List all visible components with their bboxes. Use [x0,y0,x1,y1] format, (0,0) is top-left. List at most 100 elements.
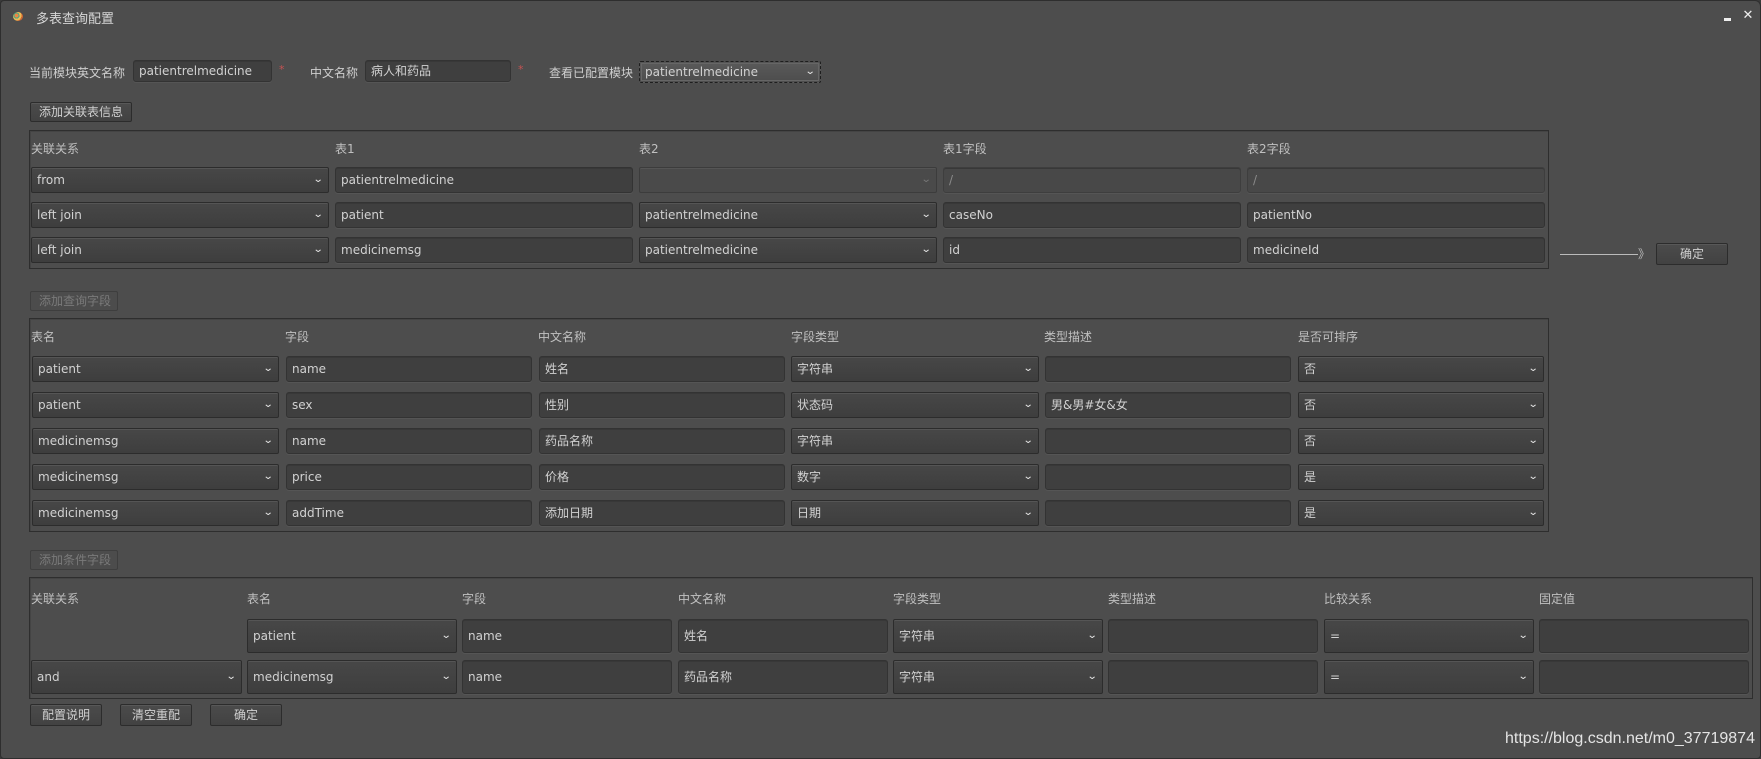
query-table-select[interactable]: medicinemsg ⌄ [32,428,279,454]
query-sortable-select[interactable]: 是 ⌄ [1298,464,1544,490]
query-cn-name-input[interactable]: 价格 [539,464,785,490]
join-header-table2: 表2 [639,142,659,156]
cond-field-input[interactable]: name [462,660,672,694]
chevron-down-icon: ⌄ [1086,671,1098,682]
chevron-down-icon: ⌄ [920,244,932,255]
join-relation-select[interactable]: left join ⌄ [31,237,329,263]
query-field-input[interactable]: sex [286,392,532,418]
query-header-table: 表名 [31,330,56,344]
watermark: https://blog.csdn.net/m0_37719874 [1505,730,1755,747]
query-type-select[interactable]: 字符串 ⌄ [791,428,1039,454]
query-sortable-select[interactable]: 否 ⌄ [1298,356,1544,382]
configured-module-select[interactable]: patientrelmedicine ⌄ [639,61,821,83]
cond-type-select-value: 字符串 [899,629,936,643]
close-icon[interactable]: ✕ [1741,9,1755,23]
cond-cn-name-input[interactable]: 姓名 [678,619,888,653]
query-type-desc-input[interactable] [1045,500,1291,526]
query-table-select[interactable]: medicinemsg ⌄ [32,500,279,526]
join-field1-input[interactable]: id [943,237,1241,263]
cond-compare-select[interactable]: = ⌄ [1324,660,1534,694]
join-table2-select[interactable]: patientrelmedicine ⌄ [639,237,937,263]
confirm-button[interactable]: 确定 [210,704,282,726]
cond-fixed-value-input[interactable] [1539,619,1749,653]
cond-field-input[interactable]: name [462,619,672,653]
query-table-select[interactable]: medicinemsg ⌄ [32,464,279,490]
query-cn-name-input[interactable]: 添加日期 [539,500,785,526]
cond-relation-select[interactable]: and ⌄ [31,660,242,694]
cond-compare-select[interactable]: = ⌄ [1324,619,1534,653]
query-cn-name-input[interactable]: 姓名 [539,356,785,382]
query-sortable-select-value: 是 [1304,470,1317,484]
query-table-select-value: medicinemsg [38,434,119,448]
cond-compare-select-value: = [1330,670,1341,684]
join-header-table1: 表1 [335,142,355,156]
query-cn-name-input[interactable]: 性别 [539,392,785,418]
query-type-select-value: 状态码 [797,398,834,412]
query-type-select[interactable]: 状态码 ⌄ [791,392,1039,418]
chevron-down-icon: ⌄ [1086,630,1098,641]
reset-config-button[interactable]: 清空重配 [120,704,192,726]
chevron-down-icon: ⌄ [804,66,816,77]
chevron-down-icon: ⌄ [1527,471,1539,482]
query-table-select-value: patient [38,362,81,376]
join-field1-input[interactable]: caseNo [943,202,1241,228]
query-type-desc-input[interactable] [1045,356,1291,382]
cond-fixed-value-input[interactable] [1539,660,1749,694]
add-join-table-button[interactable]: 添加关联表信息 [30,102,132,122]
cond-header-type-desc: 类型描述 [1108,592,1157,606]
join-confirm-button[interactable]: 确定 [1656,243,1728,265]
query-type-select[interactable]: 数字 ⌄ [791,464,1039,490]
cond-compare-select-value: = [1330,629,1341,643]
query-type-desc-input[interactable] [1045,464,1291,490]
query-table-select[interactable]: patient ⌄ [32,392,279,418]
title-bar[interactable]: 多表查询配置 ✕ [1,1,1760,33]
query-table-select[interactable]: patient ⌄ [32,356,279,382]
query-type-select[interactable]: 日期 ⌄ [791,500,1039,526]
query-cn-name-input[interactable]: 药品名称 [539,428,785,454]
cond-type-select[interactable]: 字符串 ⌄ [893,619,1103,653]
query-sortable-select[interactable]: 是 ⌄ [1298,500,1544,526]
query-field-input[interactable]: name [286,428,532,454]
query-type-select[interactable]: 字符串 ⌄ [791,356,1039,382]
join-header-relation: 关联关系 [31,142,80,156]
join-relation-select[interactable]: from ⌄ [31,167,329,193]
join-relation-select-value: from [37,173,65,187]
window-title: 多表查询配置 [36,12,115,27]
cond-table-select[interactable]: medicinemsg ⌄ [247,660,457,694]
join-table2-select[interactable]: patientrelmedicine ⌄ [639,202,937,228]
query-field-input[interactable]: addTime [286,500,532,526]
view-configured-label: 查看已配置模块 [549,66,634,80]
query-field-input[interactable]: price [286,464,532,490]
query-type-desc-input[interactable] [1045,428,1291,454]
arrow-right-icon: 》 [1638,247,1651,261]
add-condition-field-button[interactable]: 添加条件字段 [30,550,118,570]
query-field-input[interactable]: name [286,356,532,382]
query-sortable-select[interactable]: 否 ⌄ [1298,428,1544,454]
required-mark: * [518,63,524,76]
join-relation-select[interactable]: left join ⌄ [31,202,329,228]
cond-type-desc-input[interactable] [1108,660,1318,694]
chevron-down-icon: ⌄ [1022,363,1034,374]
config-help-button[interactable]: 配置说明 [30,704,102,726]
module-cn-input[interactable]: 病人和药品 [365,60,511,82]
query-header-sortable: 是否可排序 [1298,330,1359,344]
cond-type-desc-input[interactable] [1108,619,1318,653]
cond-type-select[interactable]: 字符串 ⌄ [893,660,1103,694]
query-header-cn-name: 中文名称 [538,330,587,344]
join-field2-input[interactable]: patientNo [1247,202,1545,228]
module-en-input[interactable]: patientrelmedicine [133,60,272,82]
join-table1-input[interactable]: medicinemsg [335,237,633,263]
join-table1-input[interactable]: patientrelmedicine [335,167,633,193]
query-type-desc-input[interactable]: 男&男#女&女 [1045,392,1291,418]
configured-module-value: patientrelmedicine [645,65,759,79]
minimize-icon[interactable] [1721,9,1735,23]
query-table-select-value: medicinemsg [38,470,119,484]
cond-header-compare: 比较关系 [1324,592,1373,606]
join-table1-input[interactable]: patient [335,202,633,228]
cond-table-select[interactable]: patient ⌄ [247,619,457,653]
query-sortable-select[interactable]: 否 ⌄ [1298,392,1544,418]
cond-cn-name-input[interactable]: 药品名称 [678,660,888,694]
cond-relation-select-value: and [37,670,60,684]
add-query-field-button[interactable]: 添加查询字段 [30,291,118,311]
join-field2-input[interactable]: medicineId [1247,237,1545,263]
